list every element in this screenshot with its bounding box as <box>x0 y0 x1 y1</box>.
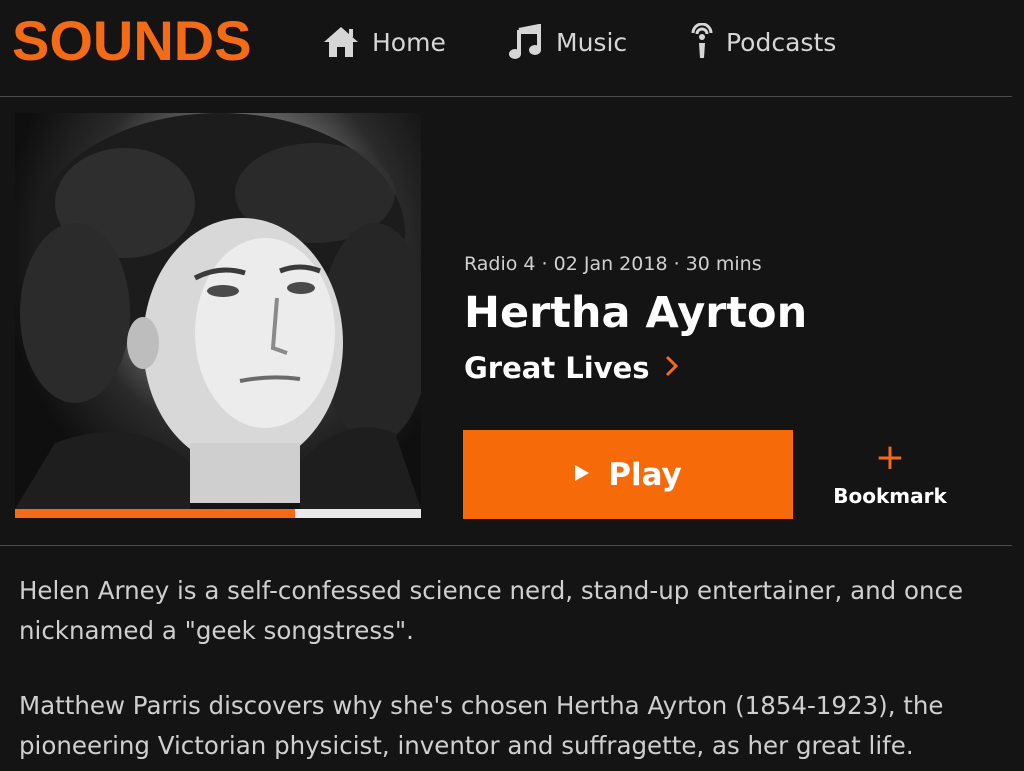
plus-icon: + <box>874 437 906 478</box>
play-button[interactable]: Play <box>463 430 793 519</box>
listen-progress-bar <box>15 509 421 518</box>
home-icon <box>322 25 360 59</box>
description-paragraph: Helen Arney is a self-confessed science … <box>19 576 964 645</box>
play-label: Play <box>608 456 682 493</box>
header-divider <box>0 96 1012 97</box>
nav-home[interactable]: Home <box>322 20 446 64</box>
play-icon <box>574 464 590 486</box>
sounds-logo[interactable]: SOUNDS <box>12 8 252 74</box>
bookmark-button[interactable]: + Bookmark <box>820 440 960 512</box>
nav-podcasts[interactable]: Podcasts <box>690 20 836 64</box>
chevron-right-icon <box>664 354 680 382</box>
brand-link[interactable]: Great Lives <box>464 348 680 388</box>
episode-title: Hertha Ayrton <box>464 288 808 338</box>
nav-music-label: Music <box>556 27 628 57</box>
episode-page: SOUNDS Home Music Podcasts Radio 4 · 02 … <box>0 0 1024 771</box>
nav-music[interactable]: Music <box>508 20 627 64</box>
description-paragraph: Matthew Parris discovers why she's chose… <box>19 691 944 760</box>
podcast-icon <box>690 23 714 61</box>
episode-artwork <box>15 113 421 509</box>
episode-meta: Radio 4 · 02 Jan 2018 · 30 mins <box>464 253 762 275</box>
nav-home-label: Home <box>372 27 446 57</box>
listen-progress-fill <box>15 509 296 518</box>
section-divider <box>0 545 1012 546</box>
bookmark-label: Bookmark <box>833 484 947 508</box>
music-note-icon <box>508 24 544 60</box>
nav-podcasts-label: Podcasts <box>726 27 837 57</box>
brand-label: Great Lives <box>464 351 650 385</box>
top-header: SOUNDS Home Music Podcasts <box>0 0 1024 96</box>
portrait-image <box>15 113 421 509</box>
